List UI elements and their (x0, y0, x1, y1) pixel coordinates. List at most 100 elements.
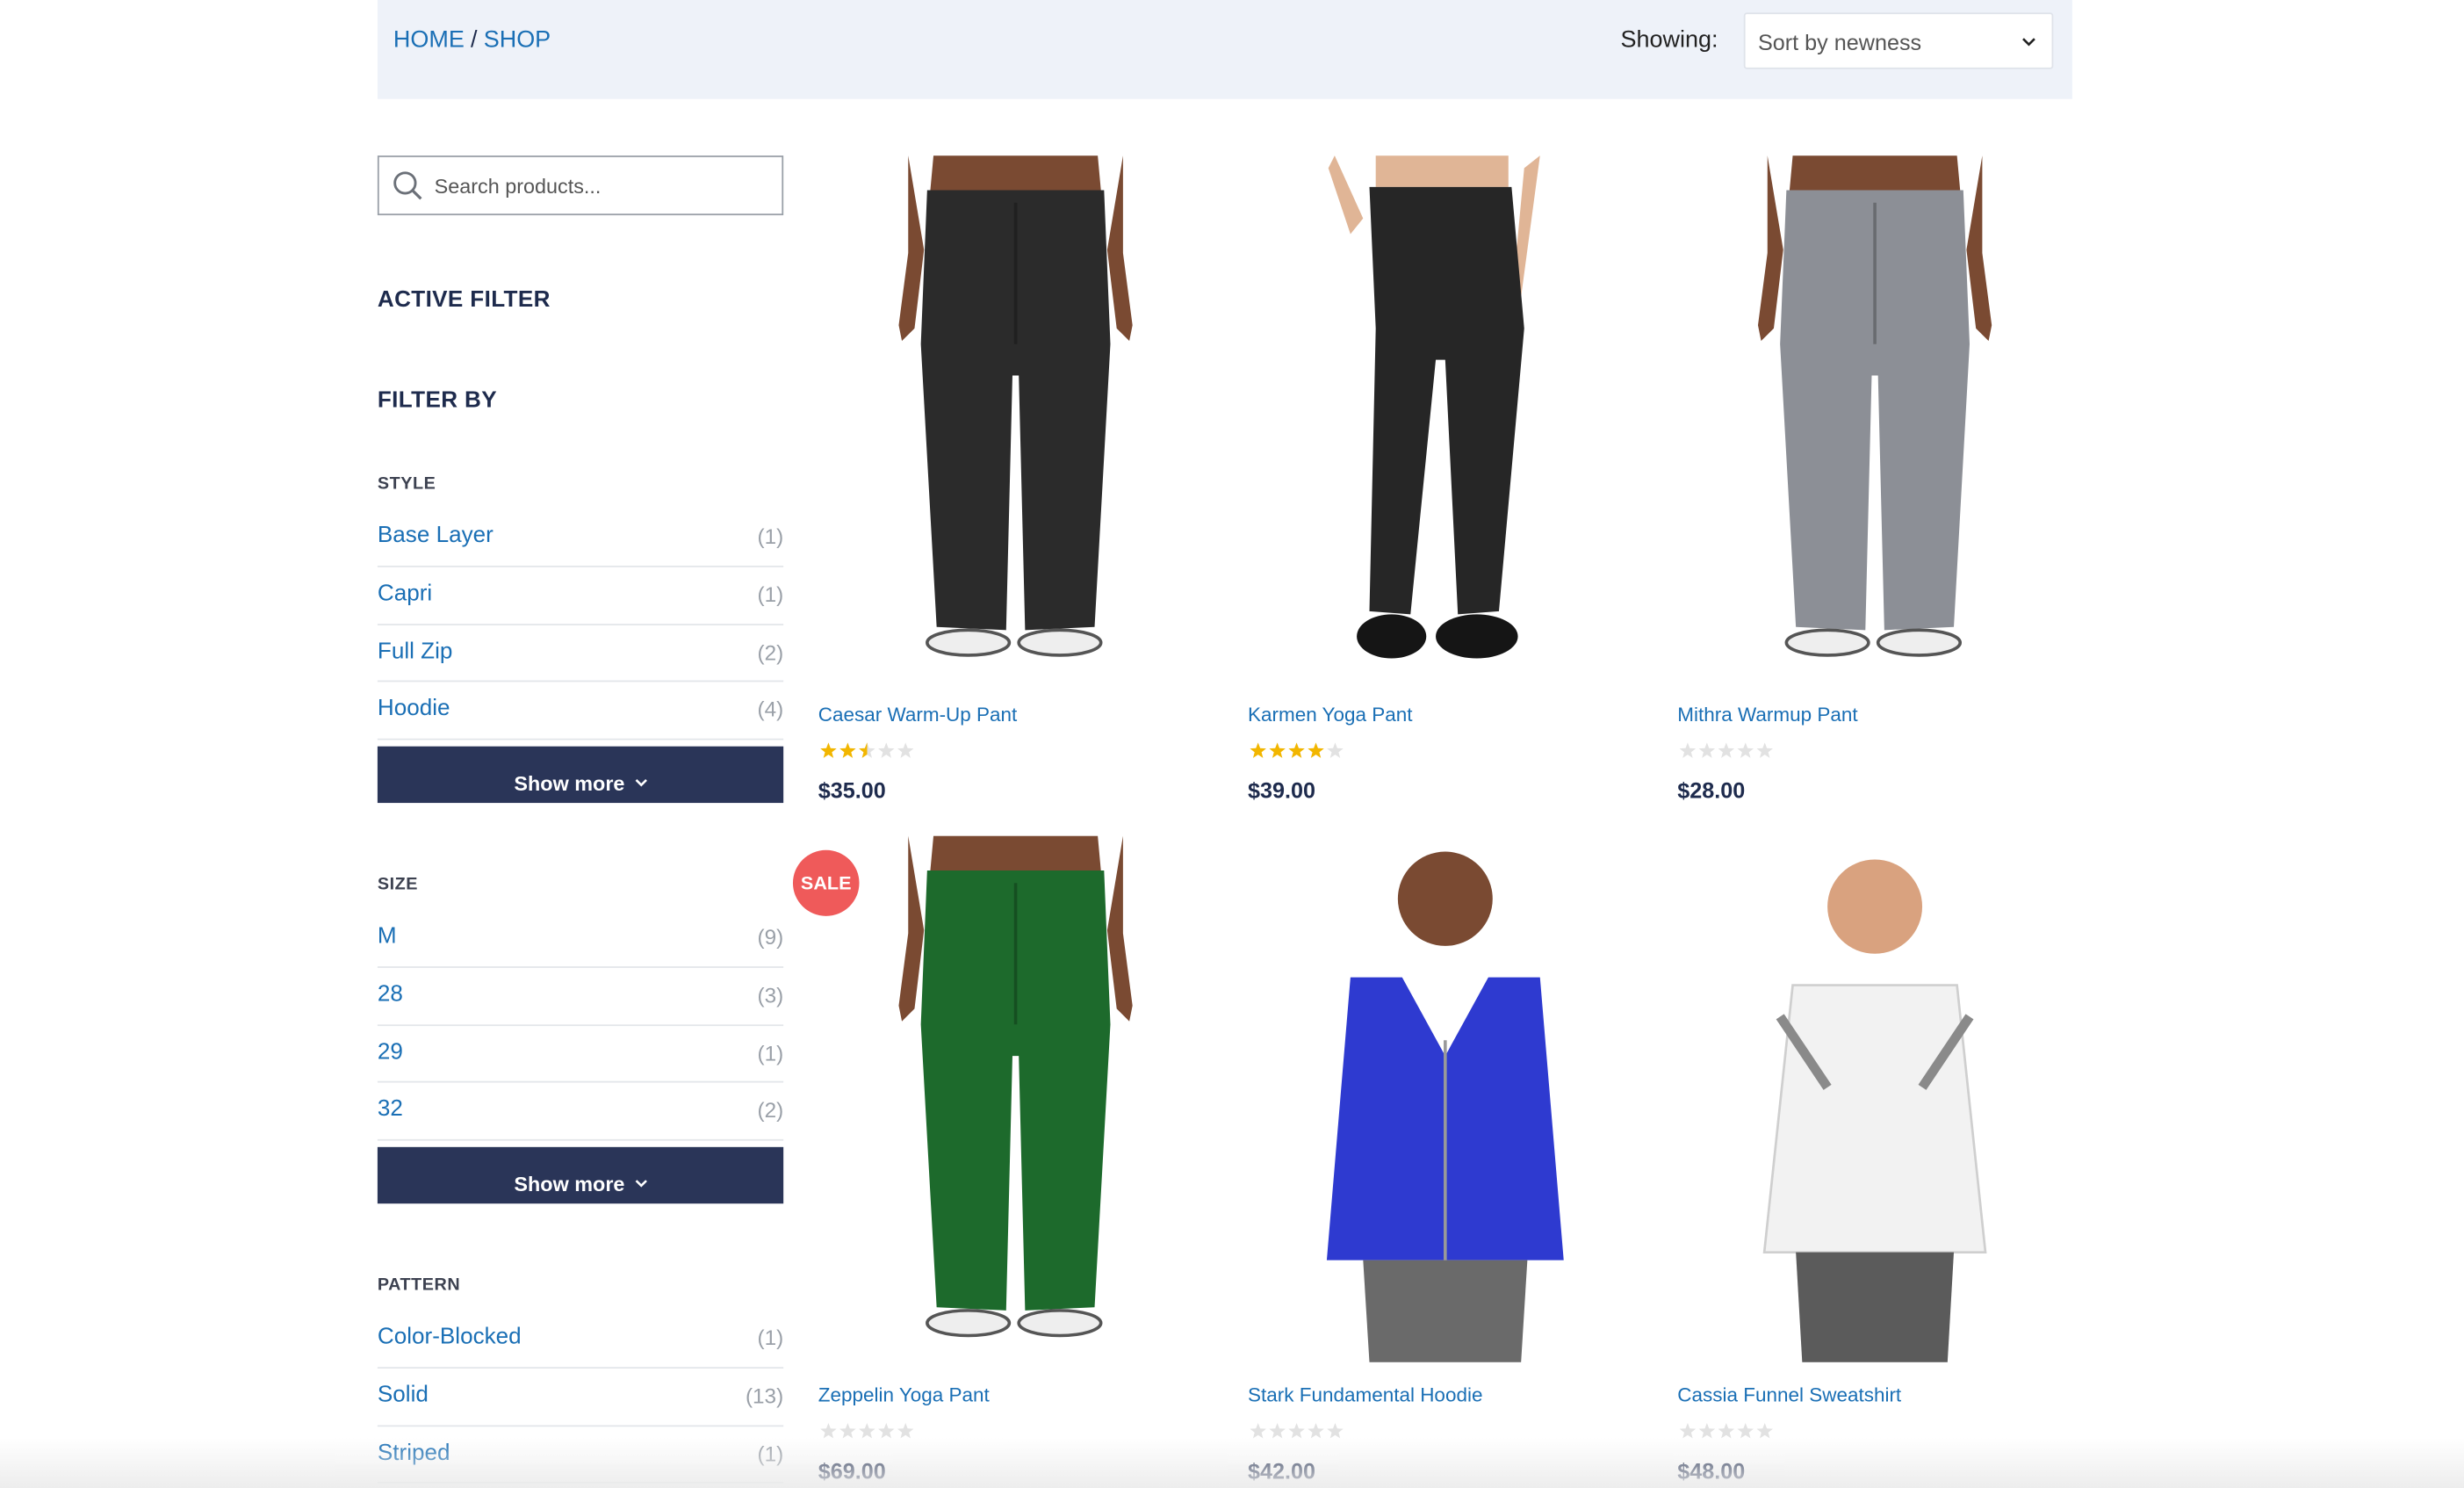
star-icon (897, 742, 914, 758)
breadcrumb-separator: / (471, 26, 478, 54)
filter-item[interactable]: Full Zip (2) (377, 625, 784, 683)
filter-item[interactable]: Color-Blocked (1) (377, 1311, 784, 1369)
star-icon (1679, 742, 1697, 758)
star-icon (1269, 742, 1286, 758)
filter-group-title-style: STYLE (377, 474, 436, 494)
filter-item[interactable]: Solid (13) (377, 1369, 784, 1427)
star-rating (1250, 742, 1344, 758)
filter-count: (3) (757, 983, 784, 1008)
star-icon (1288, 1422, 1305, 1439)
torso (1789, 155, 1961, 191)
filter-label: Capri (377, 581, 433, 607)
filter-count: (1) (757, 1041, 784, 1065)
star-rating (820, 742, 914, 758)
shoe-left (1357, 614, 1427, 659)
product-price: $48.00 (1677, 1458, 1746, 1484)
show-more-label: Show more (514, 771, 625, 796)
search-icon[interactable] (392, 170, 423, 201)
product-name-link[interactable]: Cassia Funnel Sweatshirt (1677, 1384, 1901, 1406)
filter-label: Striped (377, 1440, 450, 1466)
star-icon (1756, 742, 1773, 758)
filter-count: (2) (757, 640, 784, 664)
product-price: $42.00 (1247, 1458, 1316, 1484)
breadcrumb-shop-link[interactable]: SHOP (484, 26, 551, 53)
filter-item[interactable]: Capri (1) (377, 567, 784, 625)
arm-left (898, 835, 925, 1022)
filter-label: Solid (377, 1382, 429, 1408)
filter-label: 32 (377, 1097, 403, 1123)
product-price: $35.00 (818, 777, 886, 804)
shoe-right (1436, 614, 1518, 659)
search-input[interactable] (434, 156, 775, 214)
filter-item[interactable]: 32 (2) (377, 1083, 784, 1142)
star-icon (1288, 742, 1305, 758)
pants (1363, 1260, 1528, 1362)
shoe-left (926, 1309, 1012, 1338)
filter-list-style: Base Layer (1) Capri (1) Full Zip (2) Ho… (377, 509, 784, 740)
product-image[interactable] (811, 155, 1221, 682)
product-price: $28.00 (1677, 777, 1746, 804)
product-image[interactable] (811, 835, 1221, 1362)
breadcrumb-home-link[interactable]: HOME (393, 26, 465, 53)
star-icon (839, 1422, 856, 1439)
sale-badge: SALE (792, 849, 860, 916)
shoe-left (926, 628, 1012, 657)
star-rating (1679, 742, 1773, 758)
star-icon (1327, 1422, 1344, 1439)
shop-header-bar: HOME / SHOP Showing: Sort by newness (377, 0, 2072, 99)
pants (1796, 1252, 1955, 1362)
arm-right (1966, 155, 1992, 342)
filter-count: (1) (757, 524, 784, 549)
filter-item[interactable]: Base Layer (1) (377, 509, 784, 567)
filter-label: 29 (377, 1039, 403, 1065)
filter-count: (4) (757, 697, 784, 722)
filter-by-heading: FILTER BY (377, 387, 497, 414)
star-icon (1679, 1422, 1697, 1439)
filter-label: Color-Blocked (377, 1324, 522, 1350)
sort-select[interactable]: Sort by newness (1743, 12, 2054, 69)
star-icon (1308, 742, 1324, 758)
star-icon (820, 742, 837, 758)
filter-item[interactable]: 29 (1) (377, 1025, 784, 1084)
arm-left (898, 155, 925, 342)
star-icon (1756, 1422, 1773, 1439)
product-image[interactable] (1669, 155, 2080, 682)
star-rating (820, 1422, 914, 1439)
product-name-link[interactable]: Stark Fundamental Hoodie (1248, 1384, 1482, 1406)
chevron-down-icon (634, 1180, 647, 1188)
filter-item[interactable]: Striped (1) (377, 1427, 784, 1484)
product-name-link[interactable]: Karmen Yoga Pant (1248, 704, 1413, 726)
filter-item[interactable]: Hoodie (4) (377, 683, 784, 740)
filter-item[interactable]: 28 (3) (377, 968, 784, 1026)
star-icon (859, 1422, 875, 1439)
star-icon (878, 742, 895, 758)
star-icon (859, 742, 875, 758)
arm-left (1328, 155, 1364, 235)
filter-label: 28 (377, 981, 403, 1008)
filter-count: (9) (757, 925, 784, 950)
product-price: $69.00 (818, 1458, 886, 1484)
star-rating (1679, 1422, 1773, 1439)
product-image[interactable] (1240, 836, 1651, 1362)
product-name-link[interactable]: Caesar Warm-Up Pant (818, 704, 1018, 726)
shoe-right (1017, 1309, 1103, 1338)
filter-label: M (377, 923, 397, 950)
star-icon (1250, 742, 1266, 758)
show-more-style-button[interactable]: Show more (377, 746, 784, 804)
filter-item[interactable]: M (9) (377, 910, 784, 968)
star-icon (1737, 742, 1754, 758)
chevron-down-icon (634, 779, 647, 787)
star-icon (1250, 1422, 1266, 1439)
show-more-size-button[interactable]: Show more (377, 1146, 784, 1204)
filter-label: Hoodie (377, 697, 450, 722)
product-image[interactable] (1240, 155, 1651, 682)
product-name-link[interactable]: Zeppelin Yoga Pant (818, 1384, 990, 1406)
star-icon (1737, 1422, 1754, 1439)
shoe-right (1017, 628, 1103, 657)
head (1397, 851, 1493, 946)
product-image[interactable] (1669, 836, 2080, 1362)
product-name-link[interactable]: Mithra Warmup Pant (1677, 704, 1857, 726)
active-filter-heading: ACTIVE FILTER (377, 287, 551, 313)
chevron-down-icon (2022, 38, 2035, 47)
star-icon (878, 1422, 895, 1439)
